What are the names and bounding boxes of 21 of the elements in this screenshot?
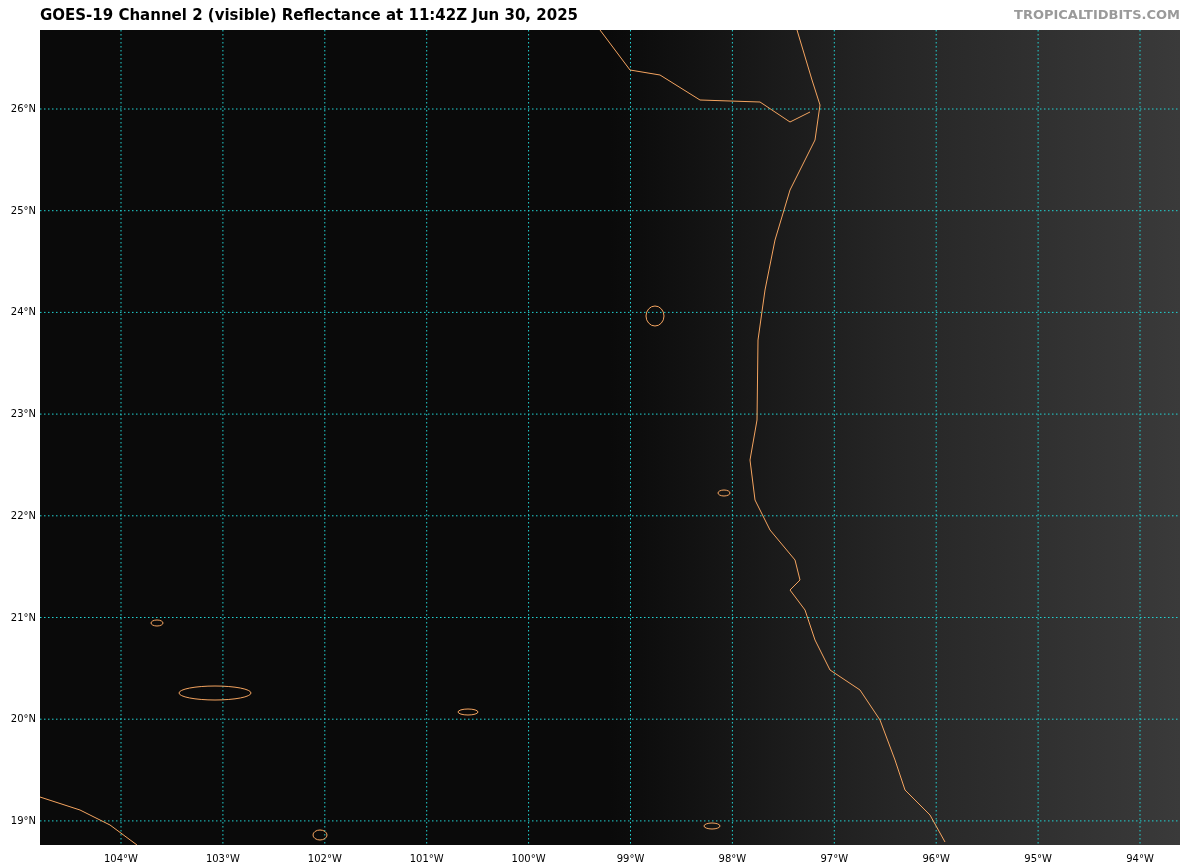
longitude-label: 95°W — [1024, 853, 1052, 865]
longitude-label: 102°W — [307, 853, 342, 865]
latitude-label: 25°N — [10, 204, 36, 217]
latitude-label: 21°N — [10, 611, 36, 624]
longitude-label: 104°W — [104, 853, 138, 865]
longitude-label: 101°W — [409, 853, 444, 865]
longitude-label: 94°W — [1126, 853, 1154, 865]
longitude-label: 98°W — [718, 853, 747, 865]
longitude-label: 100°W — [511, 853, 546, 865]
site-label: TROPICALTIDBITS.COM — [1014, 6, 1180, 25]
latitude-label: 19°N — [10, 814, 36, 827]
map-title: GOES-19 Channel 2 (visible) Reflectance at 11:42Z Jun 30, 2025 — [40, 4, 578, 26]
latitude-label: 24°N — [10, 306, 36, 319]
longitude-label: 97°W — [820, 853, 849, 865]
latitude-label: 22°N — [10, 509, 36, 522]
longitude-label: 96°W — [922, 853, 950, 865]
latitude-label: 26°N — [10, 103, 36, 115]
latitude-label: 23°N — [10, 408, 36, 421]
longitude-label: 99°W — [616, 853, 645, 865]
latitude-label: 20°N — [10, 713, 36, 726]
longitude-label: 103°W — [205, 853, 240, 865]
